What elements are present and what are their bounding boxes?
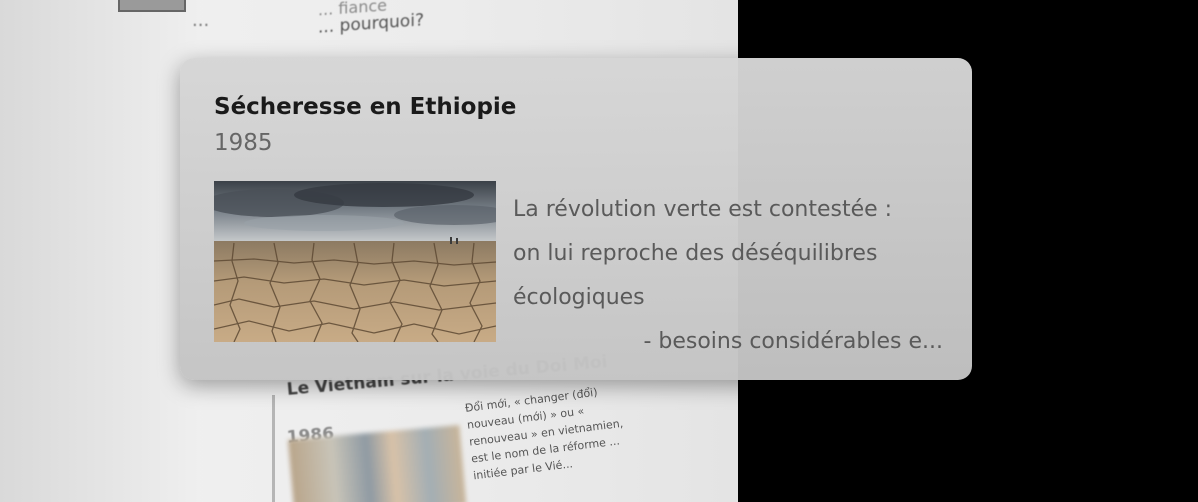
event-year: 1985: [214, 130, 273, 156]
background-left-margin: [0, 0, 200, 502]
event-preview-card[interactable]: Sécheresse en Ethiopie 1985 La révolutio…: [180, 58, 972, 380]
background-thumbnail-top: [118, 0, 186, 12]
excerpt-line: écologiques: [513, 285, 645, 310]
excerpt-line-truncated: - besoins considérables e...: [643, 329, 943, 354]
background-entry-excerpt: Đổi mới, « changer (đổi) nouveau (mới) »…: [464, 385, 624, 483]
drought-image-svg: [214, 181, 496, 342]
event-title: Sécheresse en Ethiopie: [214, 94, 517, 120]
excerpt-line: on lui reproche des déséquilibres: [513, 241, 878, 266]
event-excerpt: La révolution verte est contestée : on l…: [513, 188, 953, 364]
drought-landscape-image: [214, 181, 496, 342]
timeline-line: [272, 395, 275, 502]
background-ellipsis: ...: [192, 10, 210, 31]
excerpt-line: La révolution verte est contestée :: [513, 197, 893, 222]
